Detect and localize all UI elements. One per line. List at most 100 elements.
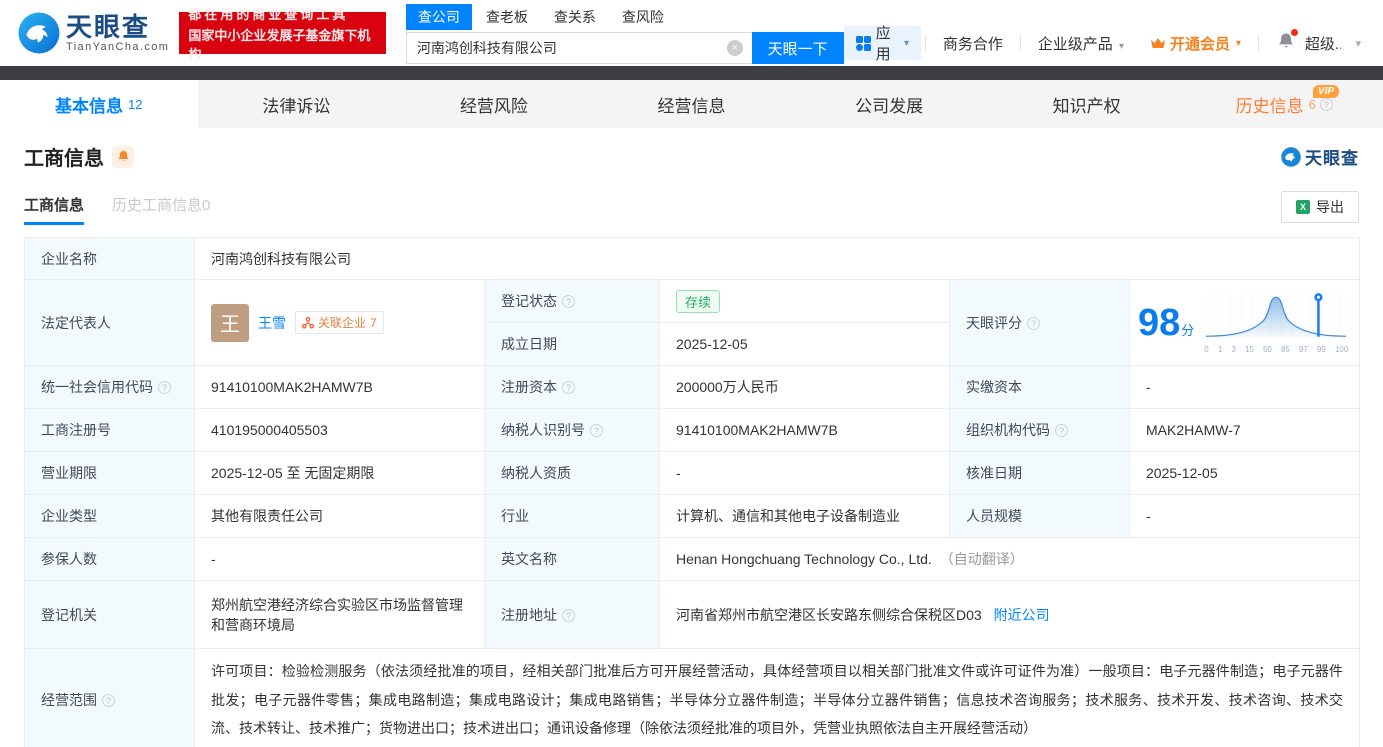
field-label-reg-capital: 注册资本? bbox=[485, 366, 660, 409]
help-icon[interactable]: ? bbox=[562, 381, 575, 394]
subtab-business-info[interactable]: 工商信息 bbox=[24, 194, 84, 225]
field-value-taxpayer-id: 91410100MAK2HAMW7B bbox=[660, 409, 950, 452]
tab-business-info-label: 经营信息 bbox=[658, 92, 726, 117]
business-registration-section: 工商信息 天眼查 工商信息 历史工商信息0 X 导出 企业名称 河南鸿创科技有限… bbox=[0, 142, 1383, 747]
divider bbox=[1020, 35, 1021, 51]
field-label-score: 天眼评分? bbox=[950, 280, 1130, 366]
subscribe-bell-button[interactable] bbox=[112, 146, 134, 168]
help-icon[interactable]: ? bbox=[102, 694, 115, 707]
tab-company-development-label: 公司发展 bbox=[855, 92, 923, 117]
chevron-down-icon: ▾ bbox=[1236, 38, 1241, 49]
tab-history-info[interactable]: VIP 历史信息 6 ? bbox=[1185, 80, 1383, 128]
chevron-down-icon: ▾ bbox=[1119, 41, 1124, 52]
score-number-block: 98分 bbox=[1138, 304, 1194, 342]
nav-enterprise-label: 企业级产品 bbox=[1038, 36, 1113, 53]
related-companies-count: 7 bbox=[370, 316, 377, 330]
vip-badge: VIP bbox=[1313, 85, 1339, 98]
dark-divider-strip bbox=[0, 66, 1383, 80]
field-value-legal-rep: 王 王雪 关联企业 7 bbox=[195, 280, 485, 366]
nav-enterprise[interactable]: 企业级产品 ▾ bbox=[1025, 33, 1137, 54]
tab-basic-info-label: 基本信息 bbox=[55, 92, 123, 117]
nearby-companies-link[interactable]: 附近公司 bbox=[994, 607, 1050, 623]
nav-open-vip[interactable]: 开通会员 ▾ bbox=[1137, 33, 1254, 54]
field-label-legal-rep: 法定代表人 bbox=[25, 280, 195, 366]
subtab-history-business-info[interactable]: 历史工商信息0 bbox=[112, 194, 210, 225]
tab-intellectual-property[interactable]: 知识产权 bbox=[988, 80, 1186, 128]
chevron-down-icon: ▾ bbox=[904, 38, 909, 49]
help-icon[interactable]: ? bbox=[1320, 98, 1333, 111]
search-tab-company[interactable]: 查公司 bbox=[406, 4, 472, 30]
tab-business-risk-label: 经营风险 bbox=[460, 92, 528, 117]
field-value-credit-code: 91410100MAK2HAMW7B bbox=[195, 366, 485, 409]
table-row: 法定代表人 王 王雪 关联企业 7 bbox=[25, 280, 1360, 323]
apps-grid-icon bbox=[856, 36, 871, 51]
search-input[interactable] bbox=[406, 32, 752, 64]
field-label-approval-date: 核准日期 bbox=[950, 452, 1130, 495]
field-label-paid-capital: 实缴资本 bbox=[950, 366, 1130, 409]
search-tab-boss[interactable]: 查老板 bbox=[474, 4, 540, 30]
field-value-org-code: MAK2HAMW-7 bbox=[1130, 409, 1360, 452]
field-value-insured-count: - bbox=[195, 538, 485, 581]
help-icon[interactable]: ? bbox=[1027, 317, 1040, 330]
apps-menu-button[interactable]: 应用 ▾ bbox=[844, 26, 921, 60]
field-value-reg-authority: 郑州航空港经济综合实验区市场监督管理和营商环境局 bbox=[195, 581, 485, 649]
field-value-business-term: 2025-12-05 至 无固定期限 bbox=[195, 452, 485, 495]
related-companies-badge[interactable]: 关联企业 7 bbox=[295, 311, 384, 334]
chevron-down-icon[interactable]: ▾ bbox=[1355, 37, 1361, 50]
field-label-taxpayer-quali: 纳税人资质 bbox=[485, 452, 660, 495]
field-label-english-name: 英文名称 bbox=[485, 538, 660, 581]
score-curve-svg bbox=[1202, 291, 1350, 341]
tab-company-development[interactable]: 公司发展 bbox=[790, 80, 988, 128]
search-tab-relation[interactable]: 查关系 bbox=[542, 4, 608, 30]
field-label-staff-size: 人员规模 bbox=[950, 495, 1130, 538]
field-label-establish-date: 成立日期 bbox=[485, 323, 660, 366]
nav-cooperation[interactable]: 商务合作 bbox=[930, 33, 1016, 54]
table-row: 营业期限 2025-12-05 至 无固定期限 纳税人资质 - 核准日期 202… bbox=[25, 452, 1360, 495]
watermark-text: 天眼查 bbox=[1305, 144, 1359, 169]
table-row: 统一社会信用代码? 91410100MAK2HAMW7B 注册资本? 20000… bbox=[25, 366, 1360, 409]
field-label-reg-number: 工商注册号 bbox=[25, 409, 195, 452]
field-value-reg-status: 存续 bbox=[660, 280, 950, 323]
field-value-company-type: 其他有限责任公司 bbox=[195, 495, 485, 538]
table-row: 经营范围? 许可项目：检验检测服务（依法须经批准的项目，经相关部门批准后方可开展… bbox=[25, 649, 1360, 747]
search-button[interactable]: 天眼一下 bbox=[752, 32, 844, 64]
tianyancha-logo-icon bbox=[18, 12, 60, 54]
tianyancha-watermark-icon bbox=[1281, 147, 1301, 167]
help-icon[interactable]: ? bbox=[562, 295, 575, 308]
field-label-reg-address: 注册地址? bbox=[485, 581, 660, 649]
export-button[interactable]: X 导出 bbox=[1281, 191, 1359, 223]
nav-open-vip-label: 开通会员 bbox=[1170, 33, 1230, 54]
header-nav: 应用 ▾ 商务合作 企业级产品 ▾ 开通会员 ▾ 超级... ▾ bbox=[844, 26, 1361, 60]
watermark-logo: 天眼查 bbox=[1281, 144, 1359, 169]
notification-button[interactable] bbox=[1277, 32, 1295, 54]
field-value-company-name: 河南鸿创科技有限公司 bbox=[195, 238, 1360, 280]
tab-legal-cases[interactable]: 法律诉讼 bbox=[198, 80, 396, 128]
score-value: 98 bbox=[1138, 302, 1180, 344]
field-value-business-scope: 许可项目：检验检测服务（依法须经批准的项目，经相关部门批准后方可开展经营活动，具… bbox=[195, 649, 1360, 747]
field-label-org-code: 组织机构代码? bbox=[950, 409, 1130, 452]
tab-business-info[interactable]: 经营信息 bbox=[593, 80, 791, 128]
tab-business-risk[interactable]: 经营风险 bbox=[395, 80, 593, 128]
search-tab-risk[interactable]: 查风险 bbox=[610, 4, 676, 30]
legal-rep-name-link[interactable]: 王雪 bbox=[258, 313, 286, 333]
help-icon[interactable]: ? bbox=[562, 609, 575, 622]
tianyancha-logo[interactable]: 天眼查 TianYanCha.com bbox=[18, 12, 169, 54]
nav-super-vip[interactable]: 超级... bbox=[1305, 33, 1342, 54]
crown-icon bbox=[1150, 37, 1166, 49]
score-distribution-chart: 0 1 3 15 50 85 97 99 100 bbox=[1202, 291, 1350, 354]
tab-history-info-label: 历史信息 bbox=[1236, 92, 1304, 117]
tab-intellectual-property-label: 知识产权 bbox=[1053, 92, 1121, 117]
legal-rep-avatar[interactable]: 王 bbox=[211, 304, 249, 342]
field-label-company-name: 企业名称 bbox=[25, 238, 195, 280]
tab-basic-info[interactable]: 基本信息 12 bbox=[0, 80, 198, 128]
clear-icon[interactable]: × bbox=[727, 40, 743, 56]
status-badge: 存续 bbox=[676, 290, 720, 313]
tab-history-info-count: 6 bbox=[1309, 97, 1316, 112]
help-icon[interactable]: ? bbox=[590, 424, 603, 437]
search-tabs: 查公司 查老板 查关系 查风险 bbox=[406, 4, 844, 30]
field-label-reg-status: 登记状态? bbox=[485, 280, 660, 323]
field-value-reg-address: 河南省郑州市航空港区长安路东侧综合保税区D03 附近公司 bbox=[660, 581, 1360, 649]
detail-tabbar: 基本信息 12 法律诉讼 经营风险 经营信息 公司发展 知识产权 VIP 历史信… bbox=[0, 80, 1383, 128]
help-icon[interactable]: ? bbox=[1055, 424, 1068, 437]
help-icon[interactable]: ? bbox=[158, 381, 171, 394]
